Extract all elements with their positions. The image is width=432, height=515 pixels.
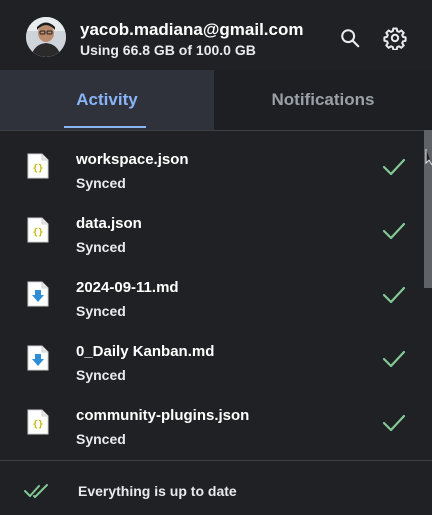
avatar[interactable] <box>26 17 66 57</box>
file-name: data.json <box>76 215 142 232</box>
markdown-file-icon <box>27 345 49 371</box>
settings-button[interactable] <box>383 26 407 50</box>
file-status: Synced <box>76 367 126 383</box>
list-item[interactable]: {} workspace.json Synced <box>0 137 424 201</box>
tab-notifications-label: Notifications <box>271 90 375 109</box>
gear-icon <box>383 27 407 50</box>
tab-notifications[interactable]: Notifications <box>214 70 432 130</box>
file-name: workspace.json <box>76 151 189 168</box>
tab-activity[interactable]: Activity <box>0 70 214 130</box>
synced-file-list: {} workspace.json Synced {} data.json Sy… <box>0 130 424 458</box>
file-name: community-plugins.json <box>76 407 250 424</box>
list-scrollbar[interactable] <box>424 130 432 458</box>
sync-status-text: Everything is up to date <box>78 483 237 499</box>
svg-text:{}: {} <box>33 164 44 174</box>
account-header: yacob.madiana@gmail.com Using 66.8 GB of… <box>0 0 432 70</box>
check-icon <box>382 158 406 176</box>
markdown-file-icon <box>27 281 49 307</box>
file-name: 0_Daily Kanban.md <box>76 343 215 360</box>
file-status: Synced <box>76 175 126 191</box>
svg-text:{}: {} <box>33 420 44 430</box>
mouse-cursor-icon <box>425 149 432 166</box>
json-file-icon: {} <box>27 409 49 435</box>
list-item[interactable]: {} community-plugins.json Synced <box>0 393 424 457</box>
tab-bar: Activity Notifications <box>0 70 432 130</box>
json-file-icon: {} <box>27 153 49 179</box>
search-button[interactable] <box>338 26 362 50</box>
account-email: yacob.madiana@gmail.com <box>80 20 304 39</box>
list-item[interactable]: 2024-09-11.md Synced <box>0 265 424 329</box>
sync-status-footer: Everything is up to date <box>0 460 432 515</box>
file-status: Synced <box>76 431 126 447</box>
file-name: 2024-09-11.md <box>76 279 179 296</box>
user-avatar-icon <box>26 17 66 57</box>
check-icon <box>382 286 406 304</box>
file-status: Synced <box>76 303 126 319</box>
search-icon <box>341 29 360 48</box>
list-item[interactable]: 0_Daily Kanban.md Synced <box>0 329 424 393</box>
check-icon <box>382 350 406 368</box>
sync-activity-panel: yacob.madiana@gmail.com Using 66.8 GB of… <box>0 0 432 515</box>
check-icon <box>382 222 406 240</box>
check-icon <box>382 414 406 432</box>
storage-usage: Using 66.8 GB of 100.0 GB <box>80 42 256 58</box>
double-check-icon <box>24 484 48 498</box>
list-item[interactable]: {} data.json Synced <box>0 201 424 265</box>
active-tab-indicator <box>64 126 146 128</box>
tab-activity-label: Activity <box>76 90 138 109</box>
svg-text:{}: {} <box>33 228 44 238</box>
file-status: Synced <box>76 239 126 255</box>
json-file-icon: {} <box>27 217 49 243</box>
